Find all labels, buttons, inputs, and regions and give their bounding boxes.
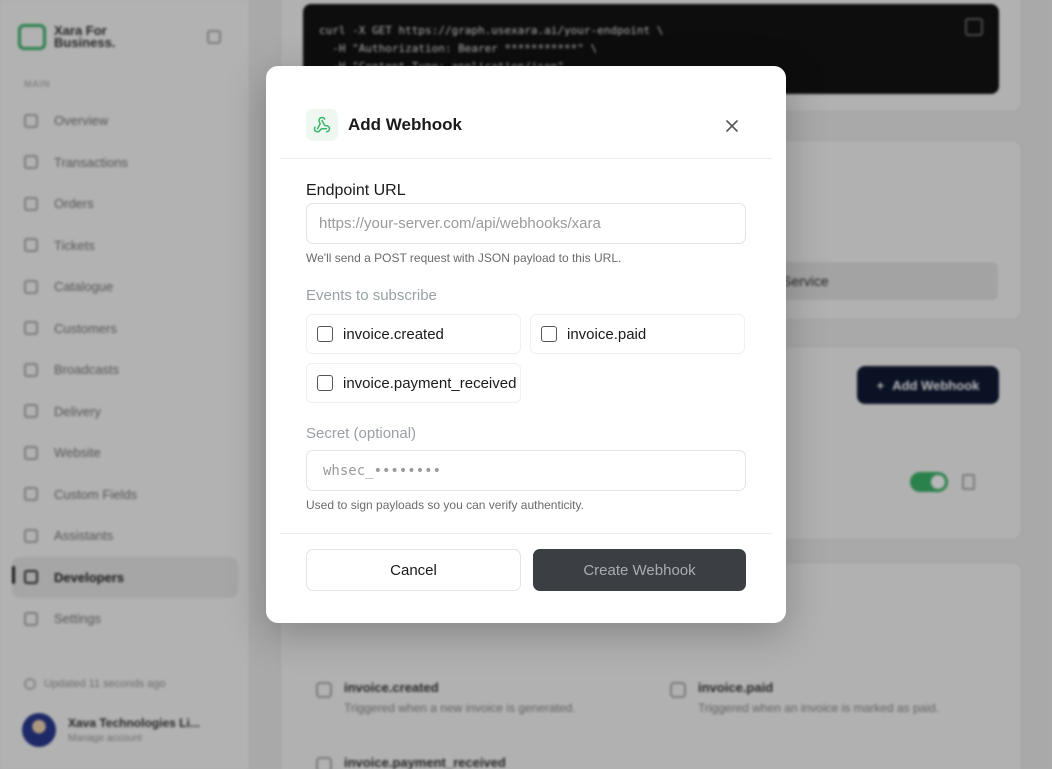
endpoint-url-input[interactable] <box>306 203 746 244</box>
webhook-icon <box>306 109 338 141</box>
modal-title: Add Webhook <box>348 115 462 134</box>
checkbox[interactable] <box>317 326 333 342</box>
event-option-label: invoice.payment_received <box>343 374 517 392</box>
secret-help: Used to sign payloads so you can verify … <box>306 498 584 512</box>
close-icon[interactable] <box>722 116 742 136</box>
endpoint-help: We'll send a POST request with JSON payl… <box>306 251 622 265</box>
create-webhook-button[interactable]: Create Webhook <box>533 549 746 591</box>
secret-label: Secret (optional) <box>306 425 417 442</box>
footer-divider <box>280 533 772 534</box>
add-webhook-modal: Add Webhook Endpoint URL We'll send a PO… <box>266 66 786 623</box>
event-option-label: invoice.paid <box>567 325 647 343</box>
event-option-invoice-payment-received[interactable]: invoice.payment_received <box>306 363 521 403</box>
endpoint-label: Endpoint URL <box>306 182 406 199</box>
event-option-invoice-paid[interactable]: invoice.paid <box>530 314 745 354</box>
header-divider <box>280 158 772 159</box>
checkbox[interactable] <box>317 375 333 391</box>
modal-header: Add Webhook <box>306 109 462 141</box>
events-label: Events to subscribe <box>306 287 437 304</box>
event-option-label: invoice.created <box>343 325 444 343</box>
event-option-invoice-created[interactable]: invoice.created <box>306 314 521 354</box>
secret-input[interactable] <box>306 450 746 491</box>
checkbox[interactable] <box>541 326 557 342</box>
cancel-button[interactable]: Cancel <box>306 549 521 591</box>
